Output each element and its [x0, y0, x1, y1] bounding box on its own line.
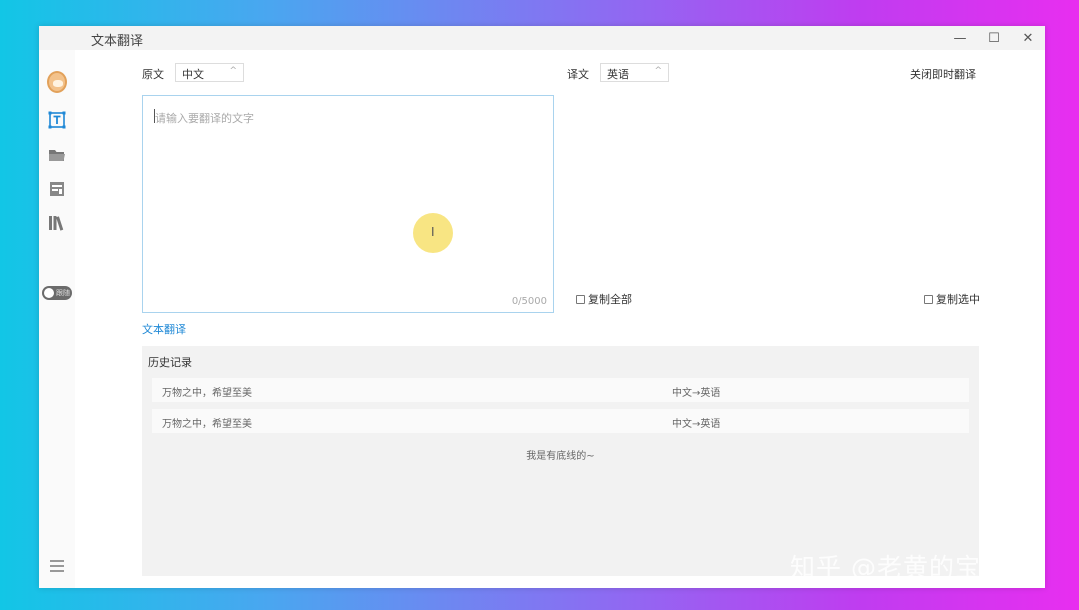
avatar[interactable] [47, 71, 67, 93]
char-count: 0/5000 [511, 296, 547, 307]
maximize-button[interactable]: ☐ [977, 26, 1011, 50]
source-label: 原文 [142, 68, 164, 81]
target-language-value: 英语 [607, 68, 629, 81]
target-language-select[interactable]: 英语 ^ [600, 63, 669, 82]
copy-icon [576, 294, 585, 304]
app-window: 文本翻译 — ☐ ✕ 跟随 原文 中文 ^ 译文 英语 ^ 关闭即时翻译 请输入… [39, 26, 1045, 588]
follow-toggle[interactable]: 跟随 [42, 286, 72, 300]
ibeam-cursor-icon: I [431, 225, 435, 239]
source-text-input[interactable]: 请输入要翻译的文字 0/5000 [142, 95, 554, 313]
minimize-button[interactable]: — [943, 26, 977, 50]
toggle-label: 跟随 [56, 289, 70, 297]
history-row[interactable]: 万物之中，希望至美 中文→英语 [152, 409, 969, 433]
copy-selected-button[interactable]: 复制选中 [924, 291, 980, 307]
source-placeholder: 请输入要翻译的文字 [155, 112, 254, 125]
sidebar-item-file-translate[interactable] [47, 145, 67, 165]
menu-icon[interactable] [50, 560, 64, 572]
sidebar: 跟随 [39, 50, 75, 588]
chevron-up-icon: ^ [229, 66, 237, 76]
close-button[interactable]: ✕ [1011, 26, 1045, 50]
text-translate-icon [48, 111, 66, 129]
history-direction: 中文→英语 [672, 419, 721, 430]
avatar-icon [47, 71, 67, 93]
history-source-text: 万物之中，希望至美 [162, 419, 252, 430]
copy-all-button[interactable]: 复制全部 [576, 291, 632, 307]
books-icon [49, 216, 64, 231]
history-title: 历史记录 [148, 356, 192, 369]
source-language-select[interactable]: 中文 ^ [175, 63, 244, 82]
copy-selected-label: 复制选中 [936, 293, 980, 306]
close-instant-translate-button[interactable]: 关闭即时翻译 [910, 66, 976, 82]
toggle-knob [44, 288, 54, 298]
folder-icon [49, 150, 65, 161]
copy-all-label: 复制全部 [588, 293, 632, 306]
target-label: 译文 [567, 68, 589, 81]
sidebar-item-library[interactable] [47, 213, 67, 233]
cursor-highlight: I [413, 213, 453, 253]
history-row[interactable]: 万物之中，希望至美 中文→英语 [152, 378, 969, 402]
history-end-text: 我是有底线的~ [526, 451, 595, 462]
source-language-value: 中文 [182, 68, 204, 81]
history-source-text: 万物之中，希望至美 [162, 388, 252, 399]
sidebar-item-text-translate[interactable] [47, 110, 67, 130]
edit-icon [924, 294, 933, 304]
watermark: 知乎 @老黄的宝库 [790, 553, 1007, 582]
title-bar: 文本翻译 — ☐ ✕ [39, 26, 1045, 50]
history-panel: 历史记录 万物之中，希望至美 中文→英语 万物之中，希望至美 中文→英语 我是有… [142, 346, 979, 576]
window-title: 文本翻译 [91, 34, 144, 49]
history-direction: 中文→英语 [672, 388, 721, 399]
chevron-up-icon: ^ [654, 66, 662, 76]
sidebar-item-image-translate[interactable] [47, 179, 67, 199]
image-translate-icon [50, 182, 64, 196]
text-translate-link[interactable]: 文本翻译 [142, 321, 186, 337]
